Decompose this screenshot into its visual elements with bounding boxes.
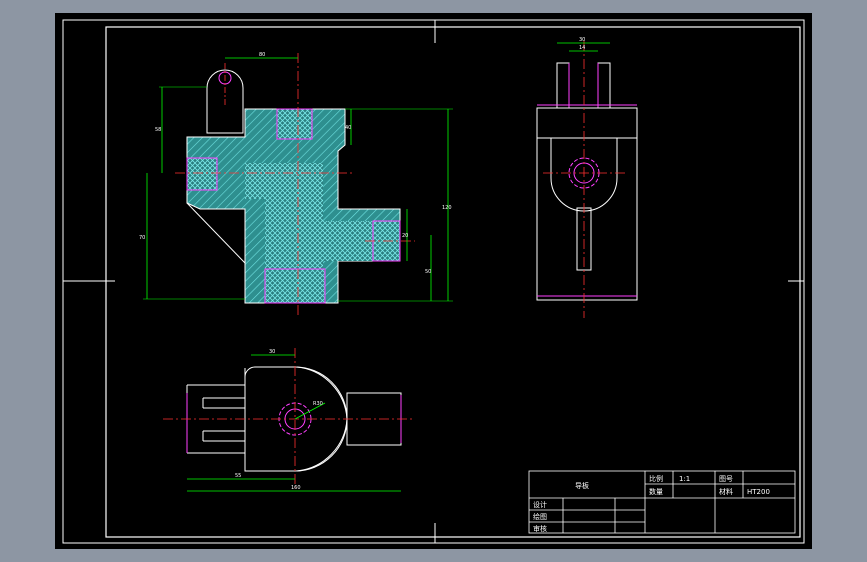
- dim-plan-overall: 160: [291, 485, 301, 491]
- title-quantity-label: 数量: [649, 487, 663, 496]
- inner-border: [105, 26, 801, 538]
- dim-front-right-height: 50: [425, 269, 431, 275]
- title-checker-label: 审核: [533, 524, 547, 533]
- engineering-drawing: 80 58 70 120 40 20 50 30 14 30 160 55 R3…: [62, 19, 805, 544]
- dim-side-inner-width: 14: [579, 45, 585, 51]
- front-bottom-bore: [264, 268, 326, 304]
- title-drafter-label: 绘图: [533, 512, 547, 521]
- dim-plan-radius: R30: [313, 401, 323, 407]
- title-designer-label: 设计: [533, 500, 547, 509]
- side-fork-left: [556, 62, 570, 109]
- side-view: 30 14: [536, 37, 638, 318]
- title-material-label: 材料: [719, 487, 733, 496]
- title-name: 导板: [575, 481, 589, 490]
- side-upper-block: [536, 107, 638, 139]
- dim-front-height-upper: 58: [155, 127, 161, 133]
- cad-viewport[interactable]: 80 58 70 120 40 20 50 30 14 30 160 55 R3…: [55, 13, 812, 549]
- front-left-bore: [186, 157, 218, 191]
- front-top-bore: [276, 108, 313, 140]
- title-material-value: HT200: [747, 488, 770, 496]
- front-rib: [186, 202, 246, 264]
- dim-front-top-width: 80: [259, 52, 265, 58]
- plan-body: [244, 366, 402, 472]
- dim-front-right-hole: 20: [402, 233, 408, 239]
- dim-plan-partial: 55: [235, 473, 241, 479]
- title-scale-label: 比例: [649, 474, 663, 483]
- title-scale-value: 1:1: [679, 475, 690, 483]
- outer-frame: [62, 19, 805, 544]
- title-drawing-no-label: 图号: [719, 475, 733, 483]
- dim-front-right-small: 40: [345, 125, 351, 131]
- dim-front-height-lower: 70: [139, 235, 145, 241]
- plan-view: 30 160 55 R30: [163, 348, 415, 492]
- dim-side-top-width: 30: [579, 37, 585, 43]
- side-base: [536, 107, 638, 301]
- dim-front-total-height: 120: [442, 205, 452, 211]
- dim-plan-top-width: 30: [269, 349, 275, 355]
- front-view: 80 58 70 120 40 20 50: [139, 52, 453, 318]
- side-fork-right: [597, 62, 611, 109]
